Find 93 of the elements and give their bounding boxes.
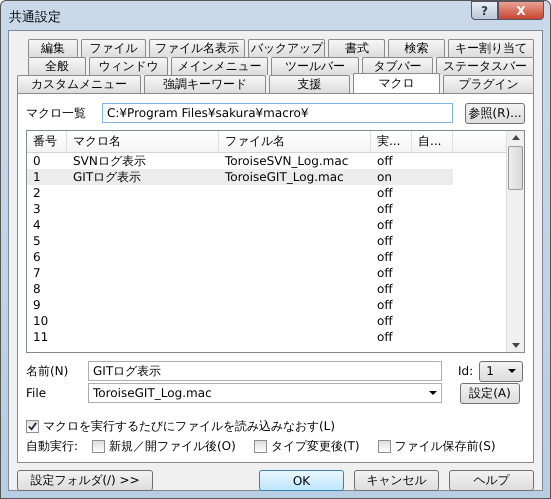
table-row[interactable]: 2 off <box>27 185 453 201</box>
table-cell-text: 4 <box>32 218 42 232</box>
scroll-up-icon[interactable] <box>512 135 520 140</box>
tab[interactable]: カスタムメニュー <box>17 75 142 93</box>
table-cell-text: 7 <box>32 266 42 280</box>
tab[interactable]: バックアップ <box>248 39 326 57</box>
auto-exec-label: 自動実行: <box>26 438 80 454</box>
browse-button[interactable]: 参照(R)... <box>465 102 525 124</box>
checkbox[interactable] <box>378 440 391 452</box>
help-button[interactable]: ? <box>471 1 498 20</box>
tab[interactable]: マクロ <box>352 73 440 93</box>
checkbox-label[interactable]: タイプ変更後(T) <box>270 438 360 454</box>
table-cell-text: off <box>376 202 394 216</box>
column-header[interactable]: 番号 <box>27 131 67 152</box>
table-cell: ToroiseSVN_Log.mac <box>225 154 348 168</box>
table-cell-text: off <box>376 250 394 264</box>
checkbox[interactable] <box>26 420 39 432</box>
tab[interactable]: キー割り当て <box>448 39 534 57</box>
table-row[interactable]: 9 off <box>27 297 453 313</box>
tab[interactable]: プラグイン <box>442 75 534 93</box>
table-cell-text: off <box>376 330 394 344</box>
checkbox[interactable] <box>254 440 267 452</box>
scroll-down-icon[interactable] <box>512 343 520 348</box>
table-cell-text: off <box>376 282 394 296</box>
checkbox-label[interactable]: 新規／開ファイル後(O) <box>109 438 236 454</box>
tab[interactable]: 検索 <box>388 39 446 57</box>
tab[interactable]: ファイル <box>81 39 146 57</box>
table-row[interactable]: 1 GITログ表示 ToroiseGIT_Log.mac on <box>27 169 453 185</box>
dialog-button[interactable]: ヘルプ <box>449 470 534 491</box>
table-cell-text: 1 <box>32 170 42 184</box>
table-cell-text: 11 <box>32 330 50 344</box>
set-button[interactable]: 設定(A) <box>460 382 520 404</box>
id-label: Id: <box>458 364 474 378</box>
table-cell-text: off <box>376 266 394 280</box>
table-cell-text: off <box>376 218 394 232</box>
tab[interactable]: ファイル名表示 <box>148 39 246 57</box>
table-row[interactable]: 6 off <box>27 249 453 265</box>
table-row[interactable]: 8 off <box>27 281 453 297</box>
table-cell-text: 9 <box>32 298 42 312</box>
tab[interactable]: メインメニュー <box>170 57 268 75</box>
table-row[interactable]: 11 off <box>27 329 453 345</box>
name-field[interactable]: GITログ表示 <box>88 361 442 381</box>
dialog-button[interactable]: OK <box>259 470 344 491</box>
table-row[interactable]: 0 SVNログ表示 ToroiseSVN_Log.mac off <box>27 153 453 169</box>
dialog-button[interactable]: 設定フォルダ(/) >> <box>17 470 153 491</box>
scrollbar[interactable] <box>506 131 524 352</box>
name-label: 名前(N) <box>26 362 70 380</box>
tab[interactable]: 書式 <box>328 39 386 57</box>
table-cell-text: off <box>376 314 394 328</box>
table-cell-text: off <box>376 234 394 248</box>
table-cell-text: off <box>376 298 394 312</box>
path-field[interactable]: C:¥Program Files¥sakura¥macro¥ <box>102 103 453 123</box>
table-cell-text: 0 <box>32 154 42 168</box>
table-row[interactable]: 10 off <box>27 313 453 329</box>
tab[interactable]: ツールバー <box>271 57 359 75</box>
table-cell-text: on <box>376 170 393 184</box>
table-cell-text: 2 <box>32 186 42 200</box>
column-header[interactable]: 自... <box>412 131 453 152</box>
id-dropdown[interactable]: 1 <box>479 360 524 382</box>
file-label: File <box>26 386 48 400</box>
column-header[interactable]: 実... <box>371 131 412 152</box>
table-cell-text: 5 <box>32 234 42 248</box>
table-cell-text: off <box>376 186 394 200</box>
macro-list-label: マクロ一覧 <box>26 104 87 122</box>
file-dropdown[interactable]: ToroiseGIT_Log.mac <box>88 383 442 403</box>
scroll-thumb[interactable] <box>508 146 523 190</box>
table-cell-text: 8 <box>32 282 42 296</box>
table-row[interactable]: 5 off <box>27 233 453 249</box>
checkbox[interactable] <box>92 440 105 452</box>
tab[interactable]: 強調キーワード <box>144 75 266 93</box>
tab[interactable]: ステータスバー <box>436 57 534 75</box>
table-row[interactable]: 3 off <box>27 201 453 217</box>
table-cell: SVNログ表示 <box>73 154 146 168</box>
table-cell: GITログ表示 <box>73 170 142 184</box>
column-header[interactable]: マクロ名 <box>67 131 219 152</box>
tab[interactable]: 全般 <box>28 57 86 75</box>
tab[interactable]: ウィンドウ <box>89 57 168 75</box>
dialog-button[interactable]: キャンセル <box>354 470 439 491</box>
table-cell: ToroiseGIT_Log.mac <box>225 170 344 184</box>
table-cell-text: off <box>376 154 394 168</box>
checkbox-label[interactable]: ファイル保存前(S) <box>394 438 496 454</box>
tab[interactable]: 支援 <box>269 75 350 93</box>
checkbox-label[interactable]: マクロを実行するたびにファイルを読み込みなおす(L) <box>43 418 336 434</box>
table-row[interactable]: 4 off <box>27 217 453 233</box>
dropdown-arrow-icon <box>429 391 437 395</box>
table-cell-text: 3 <box>32 202 42 216</box>
dropdown-arrow-icon <box>508 369 516 373</box>
tab[interactable]: 編集 <box>28 39 78 57</box>
table-row[interactable]: 7 off <box>27 265 453 281</box>
window-title: 共通設定 <box>9 9 61 26</box>
table-cell-text: 10 <box>32 314 50 328</box>
column-header[interactable]: ファイル名 <box>219 131 371 152</box>
table-cell-text: 6 <box>32 250 42 264</box>
